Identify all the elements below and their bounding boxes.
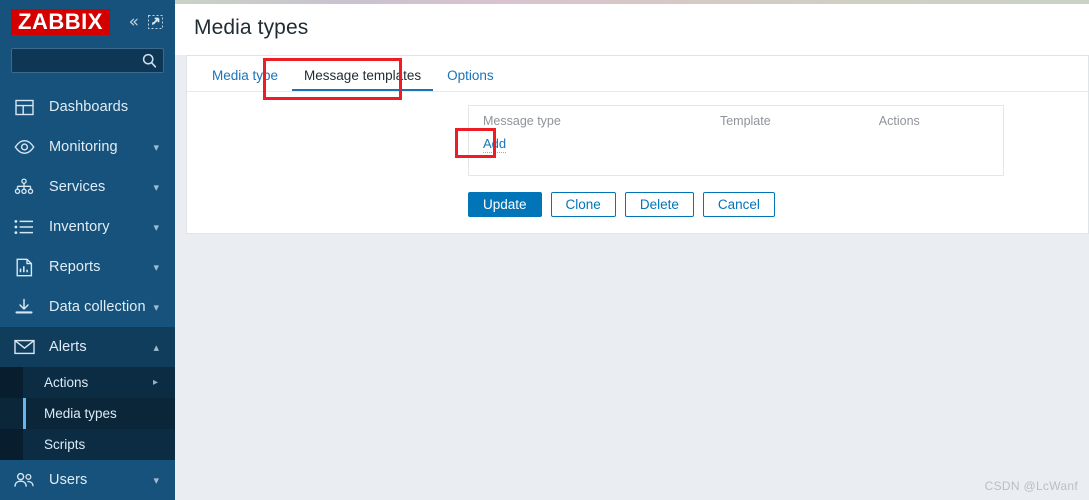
- eye-icon: [13, 136, 35, 158]
- sidebar-item-inventory[interactable]: Inventory ▾: [0, 207, 175, 247]
- sidebar-item-label: Data collection: [49, 299, 146, 315]
- table-header-row: Message type Template Actions: [469, 106, 1004, 134]
- sidebar-item-reports[interactable]: Reports ▾: [0, 247, 175, 287]
- users-icon: [13, 469, 35, 491]
- sidebar-item-label: Users: [49, 472, 88, 488]
- chevron-double-left-icon[interactable]: «: [129, 13, 139, 31]
- search-box[interactable]: [11, 48, 164, 73]
- bar-chart-document-icon: [13, 256, 35, 278]
- delete-button[interactable]: Delete: [624, 192, 694, 217]
- column-header-message-type: Message type: [483, 114, 561, 128]
- main-content: Media types Media type Message templates…: [175, 0, 1089, 500]
- column-header-actions: Actions: [878, 114, 920, 128]
- add-message-template-link[interactable]: Add: [483, 136, 507, 153]
- message-templates-table: Message type Template Actions Add: [468, 105, 1004, 176]
- sidebar: ZABBIX « Dashboards Monitoring ▾ Service…: [0, 0, 175, 500]
- sidebar-subitem-media-types[interactable]: Media types: [0, 398, 175, 429]
- watermark: CSDN @LcWanf: [984, 479, 1078, 493]
- sidebar-subitem-label: Scripts: [44, 437, 86, 452]
- table-head: Message type Template Actions: [469, 106, 1004, 134]
- sidebar-item-data-collection[interactable]: Data collection ▾: [0, 287, 175, 327]
- kiosk-mode-icon[interactable]: [148, 15, 163, 29]
- media-type-form-panel: Media type Message templates Options Mes…: [186, 55, 1089, 234]
- chevron-down-icon[interactable]: ▾: [153, 182, 159, 193]
- chevron-down-icon[interactable]: ▾: [153, 222, 159, 233]
- download-tray-icon: [13, 296, 35, 318]
- zabbix-logo[interactable]: ZABBIX: [11, 8, 110, 36]
- table-body: Add: [469, 133, 1004, 176]
- sidebar-nav: Dashboards Monitoring ▾ Services ▾ Inven…: [0, 87, 175, 500]
- list-icon: [13, 216, 35, 238]
- table-row-add: Add: [469, 133, 1004, 176]
- search-icon[interactable]: [142, 53, 157, 74]
- chevron-down-icon[interactable]: ▾: [153, 302, 159, 313]
- sidebar-item-alerts[interactable]: Alerts ▴: [0, 327, 175, 367]
- page-header: Media types: [175, 0, 1089, 55]
- tab-media-type[interactable]: Media type: [199, 58, 291, 92]
- zabbix-app-window: ZABBIX « Dashboards Monitoring ▾ Service…: [0, 0, 1089, 500]
- add-cell: Add: [469, 133, 1004, 176]
- chevron-down-icon[interactable]: ▾: [153, 475, 159, 486]
- panel-body: Message type Template Actions Add Update…: [187, 92, 1088, 217]
- tab-message-templates[interactable]: Message templates: [291, 58, 434, 92]
- tab-label: Options: [447, 67, 494, 83]
- form-actions: Update Clone Delete Cancel: [468, 192, 1088, 217]
- clone-button[interactable]: Clone: [550, 192, 616, 217]
- sidebar-header-icons: «: [129, 13, 163, 31]
- update-button[interactable]: Update: [468, 192, 542, 217]
- services-tree-icon: [13, 176, 35, 198]
- sidebar-submenu-alerts: Actions ▸ Media types Scripts: [0, 367, 175, 460]
- chevron-down-icon[interactable]: ▾: [153, 262, 159, 273]
- cancel-button[interactable]: Cancel: [702, 192, 775, 217]
- sidebar-search-wrap: [0, 44, 175, 73]
- tab-label: Media type: [212, 67, 279, 83]
- sidebar-subitem-scripts[interactable]: Scripts: [0, 429, 175, 460]
- sidebar-item-label: Monitoring: [49, 139, 118, 155]
- dashboard-grid-icon: [13, 96, 35, 118]
- form-tabs: Media type Message templates Options: [187, 56, 1088, 92]
- sidebar-item-label: Inventory: [49, 219, 110, 235]
- chevron-down-icon[interactable]: ▾: [153, 142, 159, 153]
- search-input[interactable]: [12, 49, 163, 72]
- page-title: Media types: [194, 15, 309, 39]
- envelope-icon: [13, 336, 35, 358]
- sidebar-item-services[interactable]: Services ▾: [0, 167, 175, 207]
- sidebar-item-label: Services: [49, 179, 106, 195]
- sidebar-subitem-label: Media types: [44, 406, 117, 421]
- sidebar-item-label: Reports: [49, 259, 101, 275]
- top-accent-strip: [175, 0, 1089, 4]
- chevron-right-icon[interactable]: ▸: [153, 377, 158, 388]
- sidebar-item-users[interactable]: Users ▾: [0, 460, 175, 500]
- chevron-up-icon[interactable]: ▴: [153, 342, 159, 353]
- sidebar-item-label: Dashboards: [49, 99, 129, 115]
- column-header-template: Template: [719, 114, 771, 128]
- sidebar-item-dashboards[interactable]: Dashboards: [0, 87, 175, 127]
- tab-label: Message templates: [304, 67, 422, 83]
- sidebar-subitem-label: Actions: [44, 375, 89, 390]
- tab-options[interactable]: Options: [434, 58, 507, 92]
- sidebar-logo-row: ZABBIX «: [0, 0, 175, 44]
- sidebar-item-monitoring[interactable]: Monitoring ▾: [0, 127, 175, 167]
- sidebar-subitem-actions[interactable]: Actions ▸: [0, 367, 175, 398]
- sidebar-item-label: Alerts: [49, 339, 87, 355]
